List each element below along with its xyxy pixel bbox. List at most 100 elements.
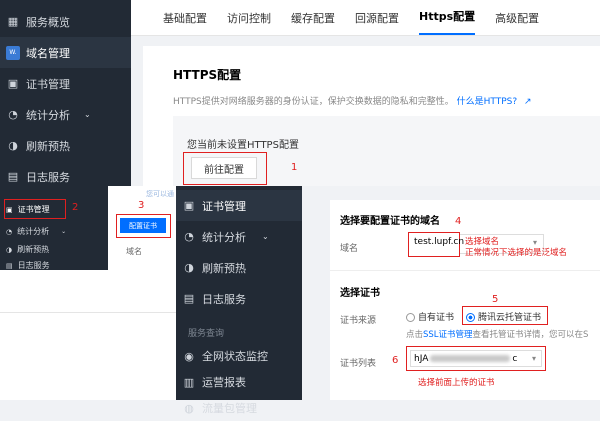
tab-advanced[interactable]: 高级配置 [495, 10, 539, 35]
cert-list-value-tail: c [512, 353, 518, 364]
top-sidebar: ▦ 服务概览 W. 域名管理 ▣ 证书管理 ◔ 统计分析 ⌄ ◑ 刷新预热 ▤ … [0, 0, 131, 186]
notice-box: 您当前未设置HTTPS配置 前往配置 1 [173, 116, 600, 186]
radio-own-label: 自有证书 [418, 313, 455, 323]
chevron-down-icon: ⌄ [262, 232, 269, 241]
source-hint: 点击SSL证书管理查看托管证书详情，您可以在S [406, 328, 600, 340]
config-cert-button[interactable]: 配置证书 [120, 218, 166, 233]
tab-https[interactable]: Https配置 [419, 8, 476, 35]
log-icon: ▤ [6, 261, 13, 270]
mid-sidebar-item-log[interactable]: ▤ 日志服务 [176, 283, 302, 314]
small-cert-highlight [4, 199, 66, 219]
tab-basic[interactable]: 基础配置 [163, 10, 207, 35]
cert-list-select[interactable]: hJA c ▾ [410, 350, 542, 367]
notice-text: 您当前未设置HTTPS配置 [187, 140, 299, 151]
mid-sidebar-item-refresh[interactable]: ◑ 刷新预热 [176, 252, 302, 283]
chart-icon: ◔ [6, 227, 13, 236]
domain-section-title: 选择要配置证书的域名 [340, 216, 440, 227]
small-sidebar: ▣ 证书管理 2 ◔ 统计分析 ⌄ ◑ 刷新预热 ▤ 日志服务 [0, 186, 108, 270]
go-config-button[interactable]: 前往配置 [191, 157, 257, 179]
sidebar-item-label: 证书管理 [202, 199, 246, 213]
mid-sidebar-item-report[interactable]: ▥ 运营报表 [176, 369, 302, 395]
step-number-2: 2 [72, 202, 79, 213]
sidebar-item-overview[interactable]: ▦ 服务概览 [0, 6, 131, 37]
radio-own-cert[interactable]: 自有证书 [406, 310, 454, 323]
report-icon: ▥ [183, 375, 195, 389]
small-table-header: 域名 [126, 247, 142, 256]
radio-selected-icon [466, 313, 475, 322]
sidebar-item-label: 刷新预热 [202, 261, 246, 275]
chevron-down-icon: ⌄ [61, 228, 67, 235]
sidebar-item-label: 流量包管理 [202, 402, 257, 415]
chevron-down-icon: ▾ [531, 354, 536, 363]
mid-sidebar-item-stats[interactable]: ◔ 统计分析 ⌄ [176, 221, 302, 252]
radio-hosted-label: 腾讯云托管证书 [478, 313, 542, 323]
step-number-5: 5 [492, 294, 499, 305]
www-icon: W. [6, 45, 20, 60]
mid-sidebar: ▣ 证书管理 ◔ 统计分析 ⌄ ◑ 刷新预热 ▤ 日志服务 服务查询 ◉ 全网状… [176, 186, 302, 415]
small-sidebar-item-refresh[interactable]: ◑ 刷新预热 [6, 244, 49, 255]
https-title: HTTPS配置 [173, 68, 242, 82]
domain-select[interactable]: test.lupf.cn [414, 237, 464, 247]
hint-suffix: 查看托管证书详情，您可以在S [472, 330, 589, 340]
top-content: 基础配置 访问控制 缓存配置 回源配置 Https配置 高级配置 HTTPS配置… [131, 0, 600, 186]
mid-sidebar-section: 服务查询 [188, 329, 225, 339]
radio-icon [406, 313, 415, 322]
mid-sidebar-item-certificate[interactable]: ▣ 证书管理 [176, 190, 302, 221]
ssl-cert-manage-link[interactable]: SSL证书管理 [423, 330, 473, 340]
mid-sidebar-item-traffic[interactable]: ◍ 流量包管理 [176, 395, 302, 421]
step-number-1: 1 [291, 162, 298, 173]
log-icon: ▤ [183, 292, 195, 305]
https-card: HTTPS配置 HTTPS提供对网络服务器的身份认证，保护交换数据的隐私和完整性… [143, 46, 600, 186]
sidebar-item-label: 服务概览 [26, 15, 70, 29]
chart-icon: ◔ [184, 230, 194, 243]
sidebar-item-label: 统计分析 [202, 230, 246, 244]
radio-hosted-cert[interactable]: 腾讯云托管证书 [466, 310, 541, 323]
chevron-down-icon: ⌄ [84, 110, 91, 119]
traffic-icon: ◍ [184, 401, 194, 415]
sidebar-item-stats[interactable]: ◔ 统计分析 ⌄ [0, 99, 131, 130]
sidebar-item-domain[interactable]: W. 域名管理 [0, 37, 131, 68]
cert-form-area: 选择要配置证书的域名 4 域名 test.lupf.cn ▾ 选择域名 正常情况… [302, 186, 600, 400]
sidebar-item-label: 刷新预热 [26, 139, 70, 153]
sidebar-item-label: 统计分析 [26, 108, 70, 122]
mid-sidebar-item-monitor[interactable]: ◉ 全网状态监控 [176, 343, 302, 369]
certificate-icon: ▣ [183, 199, 195, 212]
sidebar-item-label: 证书管理 [26, 77, 70, 91]
https-desc-text: HTTPS提供对网络服务器的身份认证，保护交换数据的隐私和完整性。 [173, 97, 454, 107]
blank-area [0, 270, 176, 400]
sidebar-item-label: 域名管理 [26, 46, 70, 60]
sidebar-item-certificate[interactable]: ▣ 证书管理 [0, 68, 131, 99]
domain-label: 域名 [340, 244, 359, 254]
cert-section-title: 选择证书 [340, 288, 380, 299]
step-number-3: 3 [138, 200, 145, 211]
hint-prefix: 点击 [406, 330, 424, 340]
refresh-icon: ◑ [8, 139, 18, 152]
sidebar-item-label: 全网状态监控 [202, 350, 268, 363]
sidebar-item-label: 统计分析 [17, 227, 50, 236]
small-sidebar-item-stats[interactable]: ◔ 统计分析 ⌄ [6, 226, 66, 237]
cert-list-note: 选择前面上传的证书 [418, 378, 495, 388]
domain-note-2: 正常情况下选择的是泛域名 [465, 248, 568, 258]
https-description: HTTPS提供对网络服务器的身份认证，保护交换数据的隐私和完整性。 什么是HTT… [173, 94, 532, 107]
tab-origin[interactable]: 回源配置 [355, 10, 399, 35]
sidebar-item-label: 运营报表 [202, 376, 246, 389]
divider [0, 312, 176, 313]
sidebar-item-label: 刷新预热 [17, 245, 50, 254]
step-number-6: 6 [392, 355, 399, 366]
grid-icon: ▦ [7, 15, 19, 28]
tab-bar: 基础配置 访问控制 缓存配置 回源配置 Https配置 高级配置 [131, 0, 600, 36]
cert-form-card: 选择要配置证书的域名 4 域名 test.lupf.cn ▾ 选择域名 正常情况… [330, 200, 600, 400]
cert-list-label: 证书列表 [340, 359, 377, 369]
external-link-icon: ↗ [524, 97, 532, 107]
tab-cache[interactable]: 缓存配置 [291, 10, 335, 35]
what-is-https-link[interactable]: 什么是HTTPS? [457, 97, 518, 107]
tab-access[interactable]: 访问控制 [227, 10, 271, 35]
step-number-4: 4 [455, 216, 462, 227]
blurred-cert-id [430, 355, 511, 362]
form-divider [330, 270, 600, 271]
certificate-icon: ▣ [7, 77, 19, 90]
source-label: 证书来源 [340, 316, 377, 326]
sidebar-item-label: 日志服务 [202, 292, 246, 306]
sidebar-item-refresh[interactable]: ◑ 刷新预热 [0, 130, 131, 161]
small-screenshot: ▣ 证书管理 2 ◔ 统计分析 ⌄ ◑ 刷新预热 ▤ 日志服务 您可以通 3 配… [0, 186, 176, 270]
